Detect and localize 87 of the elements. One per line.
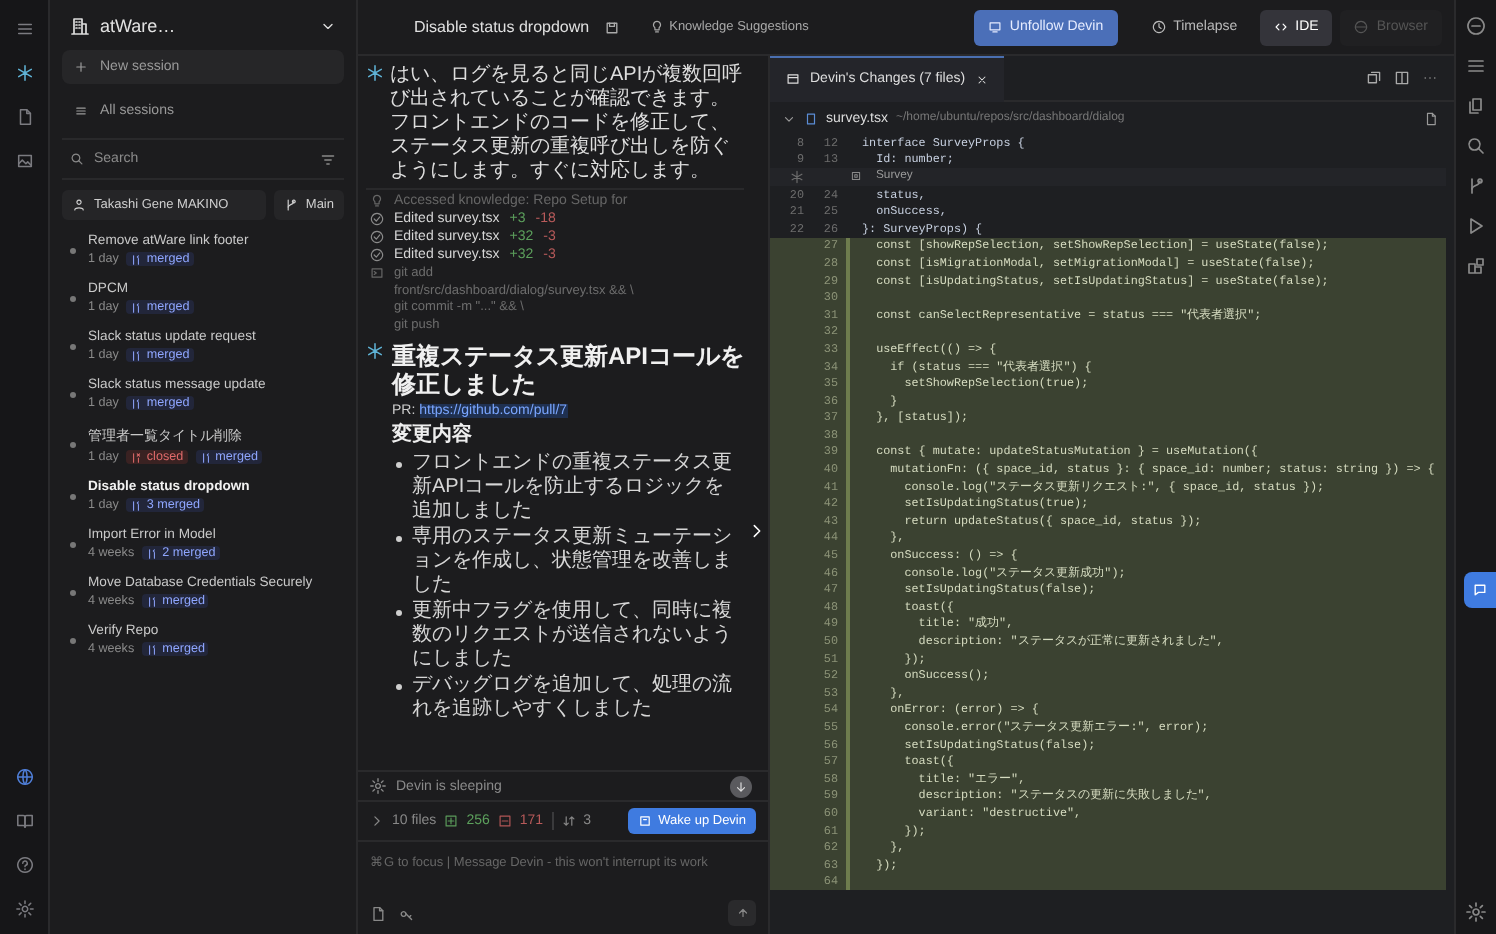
bullet-dot	[70, 493, 76, 499]
chevron-down-icon[interactable]	[782, 111, 796, 125]
pull-request-icon	[199, 451, 212, 463]
settings-icon	[370, 778, 386, 794]
bullet-dot	[70, 391, 76, 397]
bullet-dot	[70, 343, 76, 349]
minus-square-icon	[497, 814, 512, 828]
branch-icon	[283, 198, 298, 212]
source-control-icon[interactable]	[1466, 176, 1486, 196]
lightbulb-icon	[649, 20, 664, 34]
pull-request-icon	[130, 301, 143, 313]
bullet-dot	[70, 295, 76, 301]
chevron-down-icon[interactable]	[320, 18, 336, 34]
pull-request-icon	[130, 397, 143, 409]
send-icon	[735, 906, 749, 920]
lightbulb-icon	[370, 194, 384, 208]
menu-icon[interactable]	[15, 20, 33, 38]
check-circle-icon	[370, 212, 384, 226]
snowflake-icon	[790, 169, 804, 184]
chat-icon	[1472, 581, 1488, 597]
message-text: はい、ログを見ると同じAPIが複数回呼び出されていることが確認できます。フロントエンドのコードを修正して、ステータス更新の重複呼び出しを防ぐようにします。すぐに対応します。	[390, 64, 744, 184]
snowflake-icon	[366, 64, 384, 82]
settings-icon[interactable]	[1466, 902, 1486, 922]
bullet-dot	[70, 637, 76, 643]
pull-request-icon	[130, 349, 143, 361]
bullet-dot	[396, 536, 402, 542]
session-title: Disable status dropdown	[414, 18, 590, 36]
save-icon[interactable]	[603, 19, 620, 35]
search-icon[interactable]	[1466, 136, 1486, 156]
bullet-dot	[70, 247, 76, 253]
bullet-dot	[396, 684, 402, 690]
bullet-text: デバッグログを追加して、処理の流れを追跡しやすくしました	[412, 674, 734, 722]
menu-icon[interactable]	[1466, 56, 1486, 76]
stack-icon[interactable]	[1366, 70, 1382, 86]
search-icon	[70, 152, 84, 166]
snowflake-icon	[366, 342, 384, 360]
building-icon	[70, 16, 90, 36]
send-button[interactable]	[728, 900, 756, 926]
key-icon[interactable]	[398, 905, 414, 921]
bullet-dot	[70, 442, 76, 448]
plus-icon	[74, 60, 88, 74]
pull-request-icon	[146, 595, 159, 607]
split-icon[interactable]	[1394, 70, 1410, 86]
files-icon[interactable]	[1466, 96, 1486, 116]
bullet-text: 更新中フラグを使用して、同時に複数のリクエストが送信されないようにしました	[412, 600, 734, 672]
pull-request-icon	[146, 547, 159, 559]
pull-request-icon	[130, 451, 143, 463]
plus-square-icon	[444, 814, 459, 828]
close-icon[interactable]	[975, 73, 988, 85]
pull-request-icon	[146, 643, 159, 655]
bullet-dot	[396, 462, 402, 468]
pull-request-icon	[130, 253, 143, 265]
bullet-dot	[70, 541, 76, 547]
organization-name[interactable]: atWare…	[100, 16, 176, 36]
bullet-text: フロントエンドの重複ステータス更新APIコールを防止するロジックを追加しました	[412, 452, 734, 524]
code-icon	[1273, 20, 1288, 34]
sort-icon	[561, 814, 576, 828]
user-icon	[72, 198, 86, 212]
bullet-dot	[396, 610, 402, 616]
clock-icon	[1151, 20, 1166, 34]
subheading: 変更内容	[392, 424, 474, 448]
document-icon[interactable]	[1424, 111, 1438, 125]
bullet-text: 専用のステータス更新ミューテーションを作成し、状態管理を改善しました	[412, 526, 734, 598]
document-icon[interactable]	[15, 108, 33, 126]
check-circle-icon	[370, 230, 384, 244]
arrow-down-icon[interactable]	[730, 776, 752, 798]
book-icon[interactable]	[15, 812, 33, 830]
summary-heading: 重複ステータス更新APIコールを修正しました	[392, 342, 744, 398]
check-circle-icon	[370, 248, 384, 262]
play-icon[interactable]	[1466, 216, 1486, 236]
pull-request-icon	[130, 499, 143, 511]
list-icon	[74, 104, 88, 118]
minus-circle-icon[interactable]	[1466, 16, 1486, 36]
snowflake-icon[interactable]	[15, 64, 33, 82]
document-icon[interactable]	[370, 905, 386, 921]
window-icon	[638, 814, 653, 828]
terminal-icon	[370, 266, 384, 280]
chat-button[interactable]	[1464, 571, 1496, 607]
symbol-icon	[850, 170, 862, 183]
picture-icon[interactable]	[15, 152, 33, 170]
filter-icon[interactable]	[320, 151, 336, 167]
chevron-right-icon[interactable]	[748, 520, 766, 542]
monitor-icon	[987, 20, 1002, 34]
extensions-icon[interactable]	[1466, 256, 1486, 276]
settings-icon[interactable]	[15, 900, 33, 918]
bullet-dot	[70, 589, 76, 595]
help-icon[interactable]	[15, 856, 33, 874]
